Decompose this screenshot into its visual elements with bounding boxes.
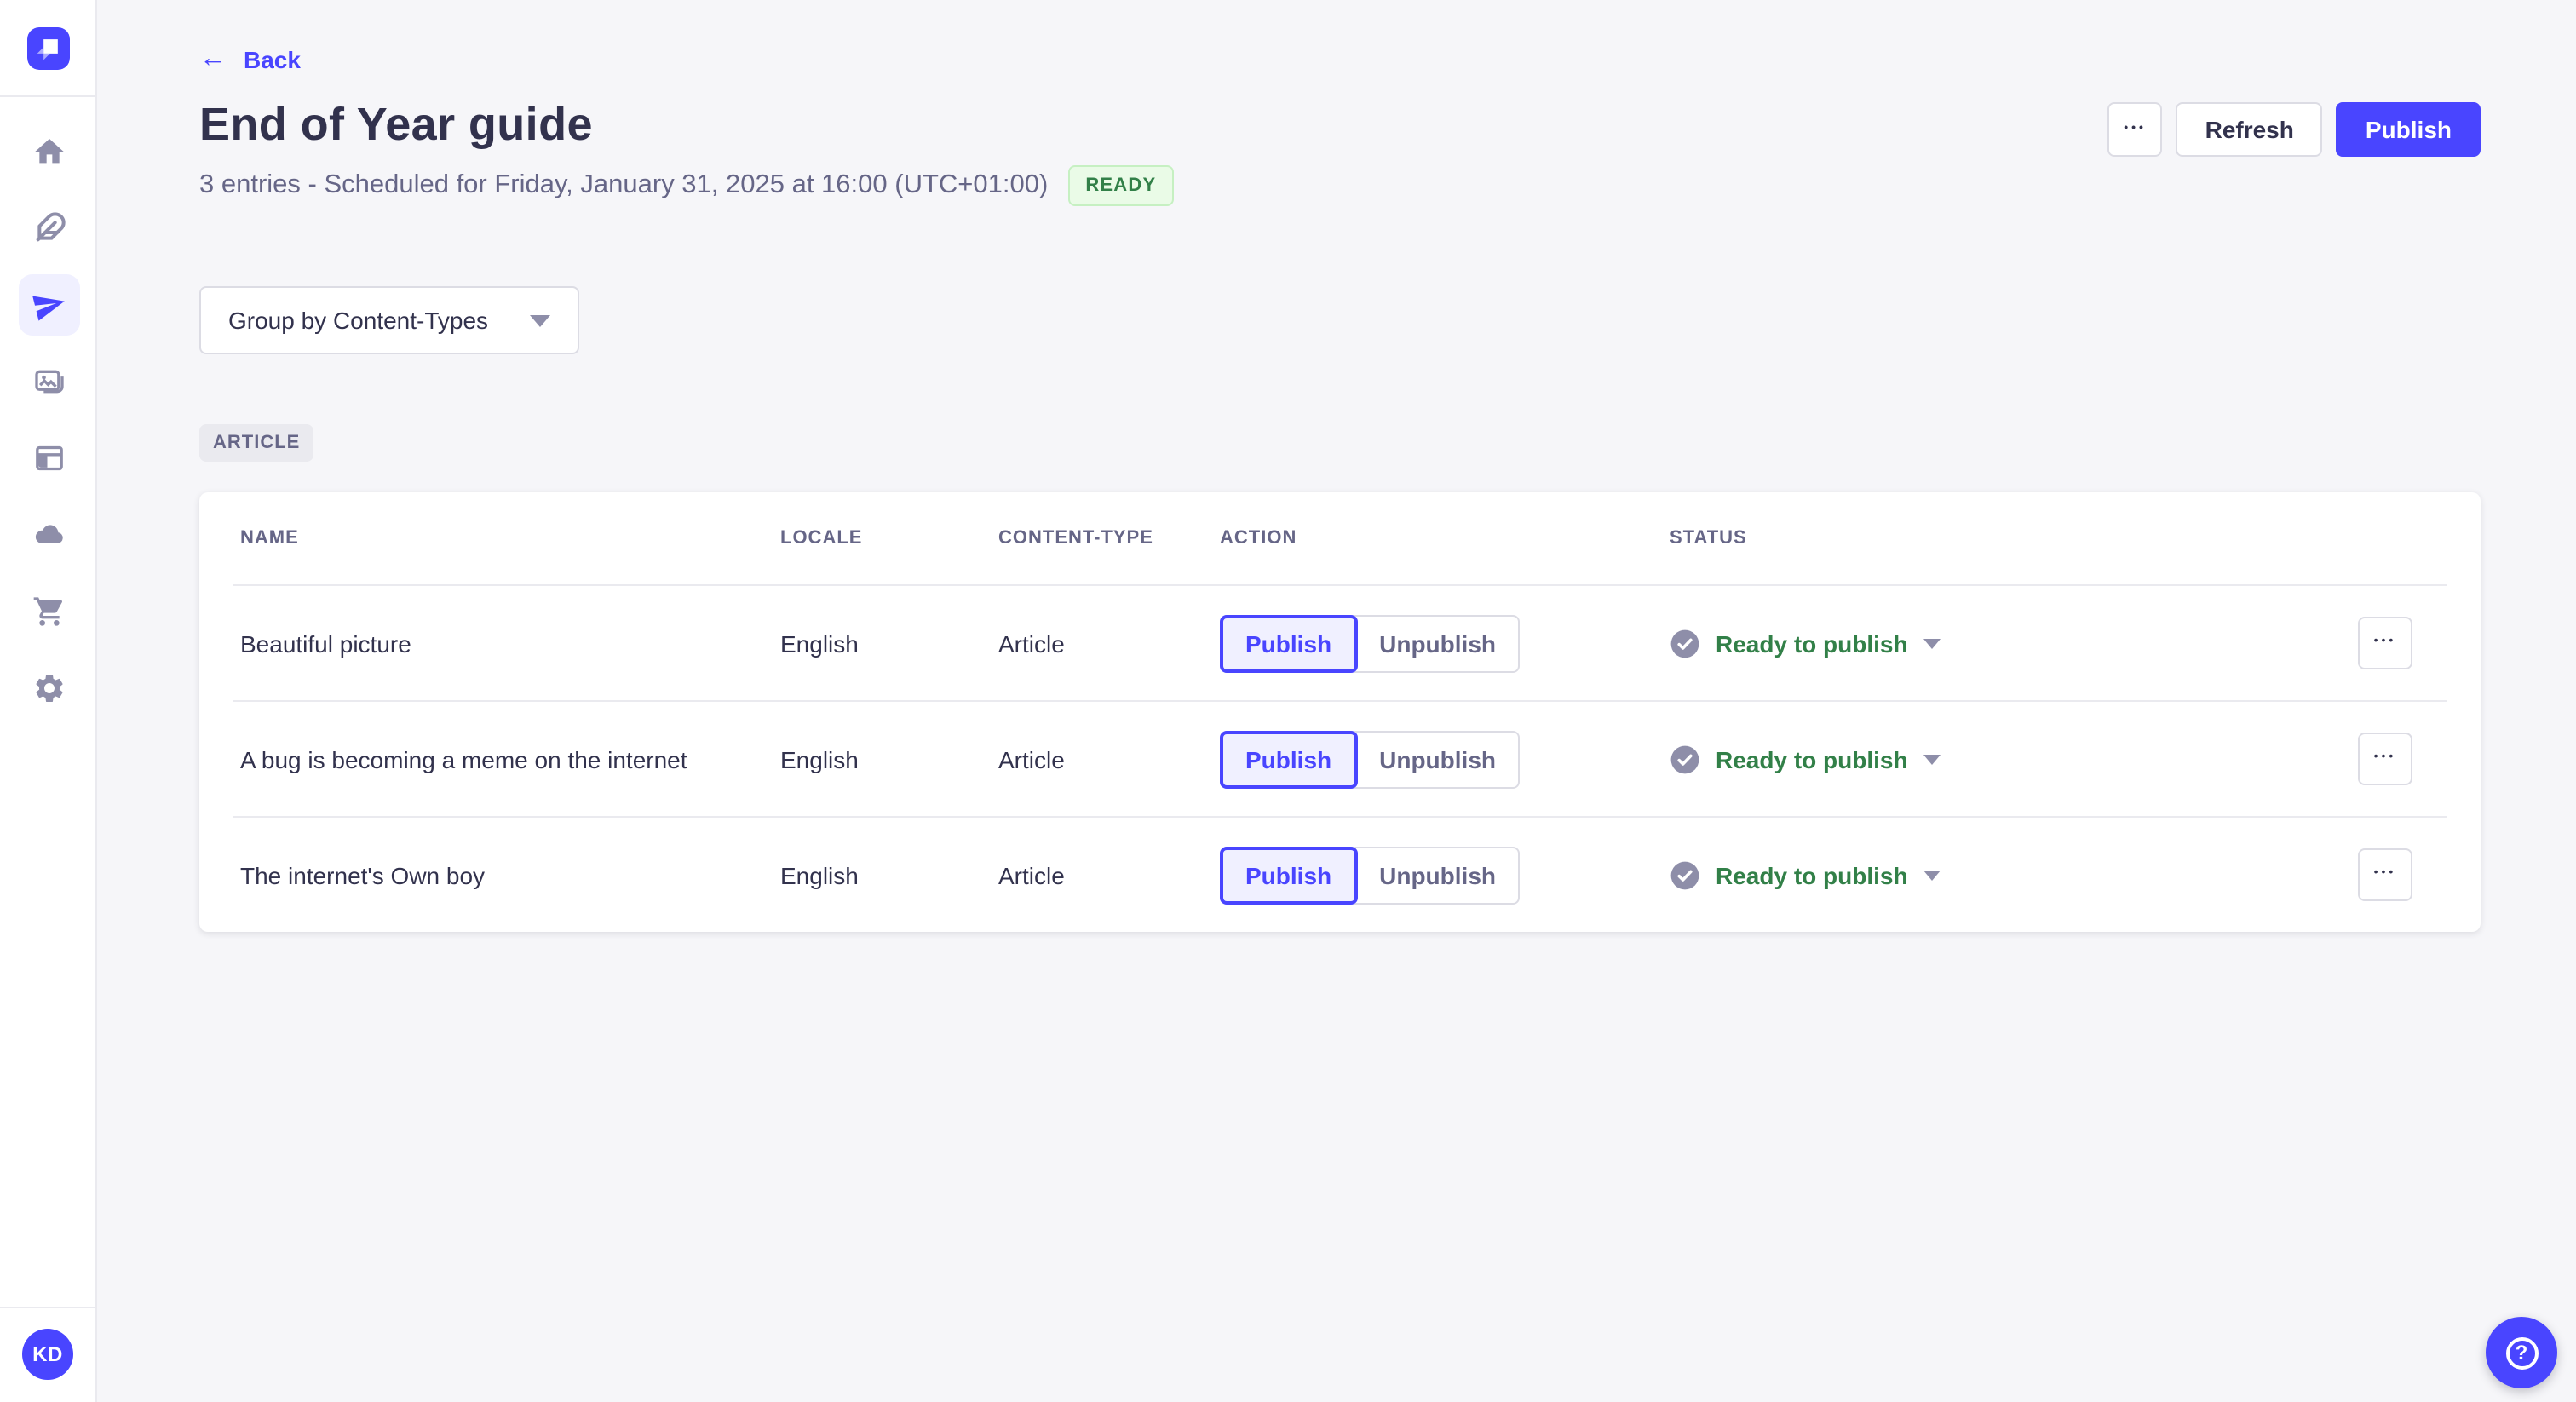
strapi-logo[interactable] (26, 26, 69, 69)
sidebar-item-media-library[interactable] (0, 342, 97, 419)
content-type-group-badge: ARTICLE (199, 424, 314, 462)
cell-content-type: Article (998, 629, 1065, 657)
sidebar-item-home[interactable] (0, 112, 97, 189)
user-avatar[interactable]: KD (22, 1329, 73, 1380)
gear-icon (35, 674, 62, 701)
cloud-icon (34, 524, 62, 543)
check-circle-icon (1670, 744, 1699, 773)
group-by-label: Group by Content-Types (228, 307, 489, 334)
cell-locale: English (780, 629, 859, 657)
table-row: Beautiful picture English Article Publis… (233, 584, 2447, 700)
row-more-button[interactable]: ••• (2358, 848, 2412, 901)
group-by-select[interactable]: Group by Content-Types (199, 286, 579, 354)
table-row: The internet's Own boy English Article P… (233, 816, 2447, 932)
chevron-down-icon (529, 314, 550, 326)
back-arrow-icon: ← (199, 44, 227, 73)
sidebar-item-settings[interactable] (0, 649, 97, 726)
status-dropdown[interactable]: Ready to publish (1670, 744, 1941, 774)
cell-locale: English (780, 861, 859, 888)
ellipsis-icon: ••• (2373, 635, 2397, 647)
layout-icon (35, 445, 62, 470)
publish-toggle-button[interactable]: Publish (1220, 846, 1358, 904)
caret-down-icon (1923, 754, 1941, 764)
action-segmented-control: Publish Unpublish (1220, 614, 1520, 672)
column-header-action: ACTION (1220, 528, 1297, 549)
ellipsis-icon: ••• (2373, 867, 2397, 879)
cell-content-type: Article (998, 745, 1065, 773)
logo-container (0, 0, 95, 97)
column-header-status: STATUS (1670, 528, 1747, 549)
page-title: End of Year guide (199, 99, 593, 150)
header-actions: ••• Refresh Publish (2107, 102, 2481, 157)
sidebar-divider (0, 1307, 97, 1308)
ellipsis-icon: ••• (2373, 751, 2397, 763)
page-header: End of Year guide 3 entries - Scheduled … (199, 95, 2481, 206)
cell-locale: English (780, 745, 859, 773)
images-icon (34, 369, 63, 393)
question-icon: ? (2505, 1336, 2538, 1369)
caret-down-icon (1923, 638, 1941, 648)
cart-icon (32, 596, 61, 625)
unpublish-toggle-button[interactable]: Unpublish (1354, 614, 1520, 672)
app: KD ← Back End of Year guide 3 entries - … (0, 0, 2576, 1402)
paper-plane-icon (32, 295, 64, 320)
table-row: A bug is becoming a meme on the internet… (233, 700, 2447, 816)
row-more-button[interactable]: ••• (2358, 617, 2412, 669)
cell-name: A bug is becoming a meme on the internet (240, 745, 687, 773)
publish-toggle-button[interactable]: Publish (1220, 614, 1358, 672)
help-fab[interactable]: ? (2486, 1317, 2557, 1388)
app-sidebar: KD (0, 0, 97, 1402)
status-label: Ready to publish (1716, 861, 1908, 888)
table-header: NAME LOCALE CONTENT-TYPE ACTION STATUS (233, 492, 2447, 584)
unpublish-toggle-button[interactable]: Unpublish (1354, 846, 1520, 904)
sidebar-item-marketplace[interactable] (0, 572, 97, 649)
back-link[interactable]: ← Back (199, 44, 301, 73)
unpublish-toggle-button[interactable]: Unpublish (1354, 730, 1520, 788)
check-circle-icon (1670, 629, 1699, 658)
sidebar-item-content-type-builder[interactable] (0, 419, 97, 496)
action-segmented-control: Publish Unpublish (1220, 846, 1520, 904)
feather-icon (35, 211, 65, 241)
cell-name: The internet's Own boy (240, 861, 486, 888)
caret-down-icon (1923, 870, 1941, 880)
home-icon (34, 138, 63, 163)
cell-name: Beautiful picture (240, 629, 411, 657)
status-dropdown[interactable]: Ready to publish (1670, 859, 1941, 890)
status-badge: READY (1068, 165, 1174, 206)
column-header-locale: LOCALE (780, 528, 863, 549)
title-block: End of Year guide 3 entries - Scheduled … (199, 95, 1174, 206)
publish-button[interactable]: Publish (2336, 102, 2481, 157)
column-header-name: NAME (240, 528, 299, 549)
sidebar-item-cloud[interactable] (0, 496, 97, 572)
more-actions-button[interactable]: ••• (2107, 102, 2163, 157)
entries-table-card: NAME LOCALE CONTENT-TYPE ACTION STATUS B… (199, 492, 2481, 932)
check-circle-icon (1670, 860, 1699, 889)
sidebar-item-content-manager[interactable] (0, 189, 97, 266)
sidebar-nav (0, 97, 97, 726)
status-dropdown[interactable]: Ready to publish (1670, 628, 1941, 658)
refresh-button[interactable]: Refresh (2176, 102, 2323, 157)
publish-toggle-button[interactable]: Publish (1220, 730, 1358, 788)
row-more-button[interactable]: ••• (2358, 733, 2412, 785)
main-content: ← Back End of Year guide 3 entries - Sch… (97, 0, 2576, 1402)
column-header-content-type: CONTENT-TYPE (998, 528, 1153, 549)
status-label: Ready to publish (1716, 745, 1908, 773)
back-label: Back (244, 46, 301, 73)
sidebar-item-releases[interactable] (0, 266, 97, 342)
page-subtitle: 3 entries - Scheduled for Friday, Januar… (199, 170, 1049, 199)
status-label: Ready to publish (1716, 629, 1908, 657)
action-segmented-control: Publish Unpublish (1220, 730, 1520, 788)
ellipsis-icon: ••• (2124, 122, 2147, 134)
cell-content-type: Article (998, 861, 1065, 888)
